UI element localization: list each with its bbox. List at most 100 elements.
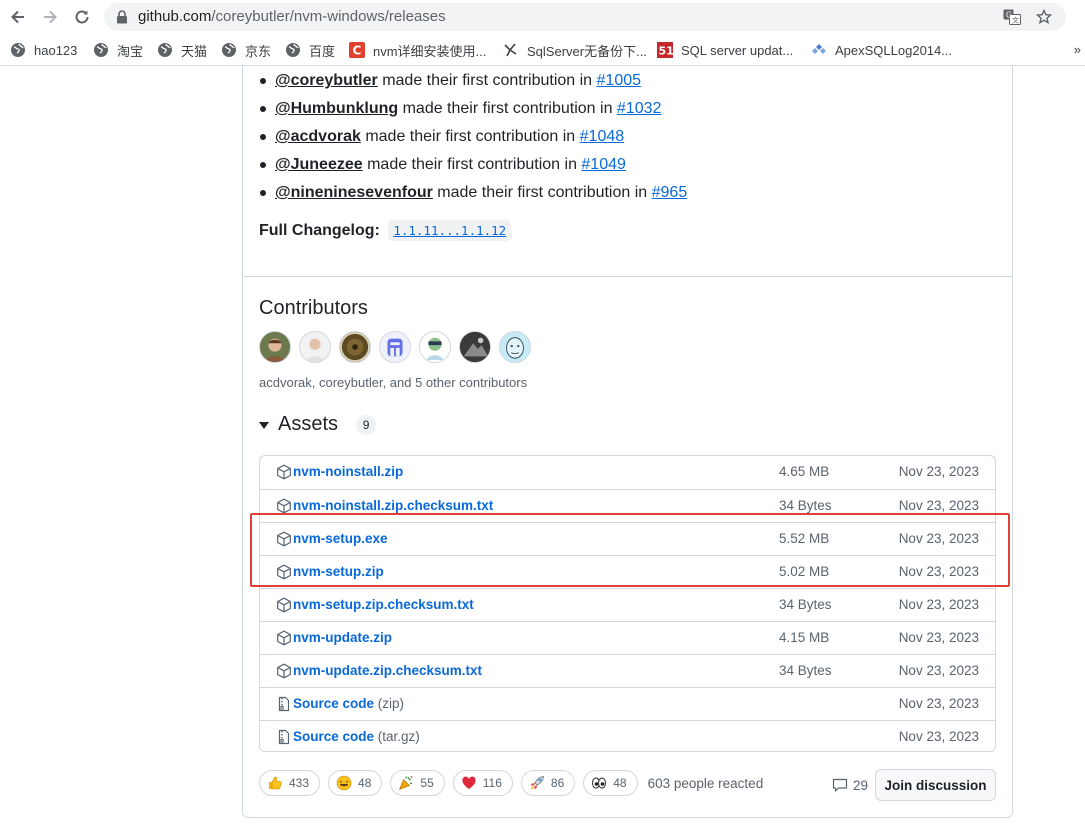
bookmark-item[interactable]: 天猫 <box>157 41 207 59</box>
forward-button[interactable] <box>39 6 61 28</box>
avatar[interactable] <box>259 331 291 363</box>
user-link[interactable]: @Humbunklung <box>275 100 398 117</box>
asset-link[interactable]: nvm-setup.zip.checksum.txt <box>293 597 474 612</box>
avatar[interactable] <box>339 331 371 363</box>
globe-icon <box>93 42 109 58</box>
asset-link[interactable]: nvm-noinstall.zip <box>293 464 403 479</box>
reaction-heart-button[interactable]: 116 <box>452 770 513 796</box>
file-zip-icon <box>278 696 290 712</box>
contributor-avatars <box>259 331 531 363</box>
lock-icon <box>117 10 127 24</box>
join-discussion-button[interactable]: Join discussion <box>875 769 996 801</box>
asset-size: 34 Bytes <box>779 597 832 612</box>
changelog-compare-link[interactable]: 1.1.11...1.1.12 <box>388 220 512 241</box>
bookmark-item[interactable]: hao123 <box>10 41 77 59</box>
bookmark-item[interactable]: Cnvm详细安装使用... <box>349 41 486 59</box>
asset-date: Nov 23, 2023 <box>898 464 979 479</box>
issue-link[interactable]: #1032 <box>617 100 662 117</box>
asset-link[interactable]: Source code (tar.gz) <box>293 729 420 744</box>
diamonds-icon <box>811 42 827 58</box>
asset-date: Nov 23, 2023 <box>898 597 979 612</box>
asset-date: Nov 23, 2023 <box>898 696 979 711</box>
package-icon <box>277 464 291 480</box>
reaction-hooray-button[interactable]: 55 <box>390 770 445 796</box>
hooray-icon <box>398 775 414 791</box>
asset-link[interactable]: Source code (zip) <box>293 696 404 711</box>
user-link[interactable]: @Juneezee <box>275 156 363 173</box>
asset-row: nvm-update.zip.checksum.txt 34 Bytes Nov… <box>260 654 995 687</box>
asset-row: Source code (tar.gz) Nov 23, 2023 <box>260 720 995 751</box>
issue-link[interactable]: #1048 <box>580 128 625 145</box>
assets-heading: Assets <box>278 413 339 435</box>
reaction-rocket-button[interactable]: 86 <box>520 770 576 796</box>
thumbs-up-icon <box>267 775 283 791</box>
asset-link[interactable]: nvm-noinstall.zip.checksum.txt <box>293 498 493 513</box>
asset-link[interactable]: nvm-setup.zip <box>293 564 384 579</box>
bookmark-item[interactable]: 51 SQL server updat... <box>657 41 793 59</box>
reactions-bar: 433 48 55 116 86 48 603 people reacted <box>259 770 763 796</box>
reaction-laugh-button[interactable]: 48 <box>328 770 383 796</box>
asset-link[interactable]: nvm-setup.exe <box>293 531 388 546</box>
bookmarks-overflow-button[interactable]: » <box>1074 42 1081 57</box>
translate-button[interactable]: G文 <box>1002 8 1022 26</box>
reaction-count: 48 <box>613 776 627 790</box>
list-item-text: made their first contribution in <box>377 72 597 89</box>
bookmark-star-button[interactable] <box>1034 8 1054 26</box>
asset-row: nvm-update.zip 4.15 MB Nov 23, 2023 <box>260 621 995 654</box>
bookmark-item[interactable]: 淘宝 <box>93 41 143 59</box>
back-button[interactable] <box>7 6 29 28</box>
avatar[interactable] <box>459 331 491 363</box>
issue-link[interactable]: #1049 <box>581 156 626 173</box>
bookmark-label: SqlServer无备份下... <box>527 43 647 59</box>
reaction-thumbs-up-button[interactable]: 433 <box>259 770 321 796</box>
avatar[interactable] <box>299 331 331 363</box>
asset-name: Source code <box>293 696 375 711</box>
address-bar[interactable]: github.com/coreybutler/nvm-windows/relea… <box>104 3 1066 31</box>
bookmark-item[interactable]: 百度 <box>285 41 335 59</box>
comment-count[interactable]: 29 <box>832 777 868 793</box>
user-link[interactable]: @acdvorak <box>275 128 361 145</box>
assets-toggle[interactable]: Assets 9 <box>259 413 377 436</box>
svg-text:文: 文 <box>1012 16 1019 25</box>
bird-icon <box>503 42 519 58</box>
browser-toolbar: github.com/coreybutler/nvm-windows/relea… <box>0 0 1085 34</box>
asset-link[interactable]: nvm-update.zip.checksum.txt <box>293 663 482 678</box>
asset-row: nvm-setup.exe 5.52 MB Nov 23, 2023 <box>260 522 995 555</box>
bookmark-item[interactable]: ApexSQLLog2014... <box>811 41 952 59</box>
list-item: @acdvorak made their first contribution … <box>259 124 687 152</box>
file-zip-icon <box>278 729 290 745</box>
asset-name: nvm-setup.zip.checksum.txt <box>293 597 474 612</box>
list-item: @Humbunklung made their first contributi… <box>259 96 687 124</box>
asset-row: nvm-noinstall.zip.checksum.txt 34 Bytes … <box>260 489 995 522</box>
assets-list: nvm-noinstall.zip 4.65 MB Nov 23, 2023 n… <box>259 455 996 752</box>
asset-date: Nov 23, 2023 <box>898 630 979 645</box>
list-item-text: made their first contribution in <box>432 184 652 201</box>
asset-size: 4.15 MB <box>779 630 830 645</box>
list-item: @coreybutler made their first contributi… <box>259 68 687 96</box>
bookmark-label: 百度 <box>309 43 336 59</box>
bookmark-item[interactable]: 京东 <box>221 41 271 59</box>
reload-button[interactable] <box>71 6 93 28</box>
comment-icon <box>832 778 848 792</box>
issue-link[interactable]: #965 <box>652 184 688 201</box>
asset-date: Nov 23, 2023 <box>898 564 979 579</box>
bookmark-label: nvm详细安装使用... <box>373 43 487 59</box>
user-link[interactable]: @coreybutler <box>275 72 378 89</box>
asset-name: nvm-setup.zip <box>293 564 384 579</box>
asset-row: Source code (zip) Nov 23, 2023 <box>260 687 995 720</box>
globe-icon <box>10 42 26 58</box>
user-link[interactable]: @nineninesevenfour <box>275 184 433 201</box>
globe-icon <box>221 42 237 58</box>
bookmark-item[interactable]: SqlServer无备份下... <box>503 41 647 59</box>
triangle-down-icon <box>259 422 269 429</box>
reaction-count: 48 <box>358 776 372 790</box>
section-divider <box>243 276 1012 277</box>
avatar[interactable] <box>379 331 411 363</box>
bookmark-label: ApexSQLLog2014... <box>835 42 953 58</box>
address-url: github.com/coreybutler/nvm-windows/relea… <box>138 8 446 25</box>
avatar[interactable] <box>499 331 531 363</box>
issue-link[interactable]: #1005 <box>597 72 642 89</box>
asset-link[interactable]: nvm-update.zip <box>293 630 392 645</box>
avatar[interactable] <box>419 331 451 363</box>
reaction-eyes-button[interactable]: 48 <box>583 770 638 796</box>
